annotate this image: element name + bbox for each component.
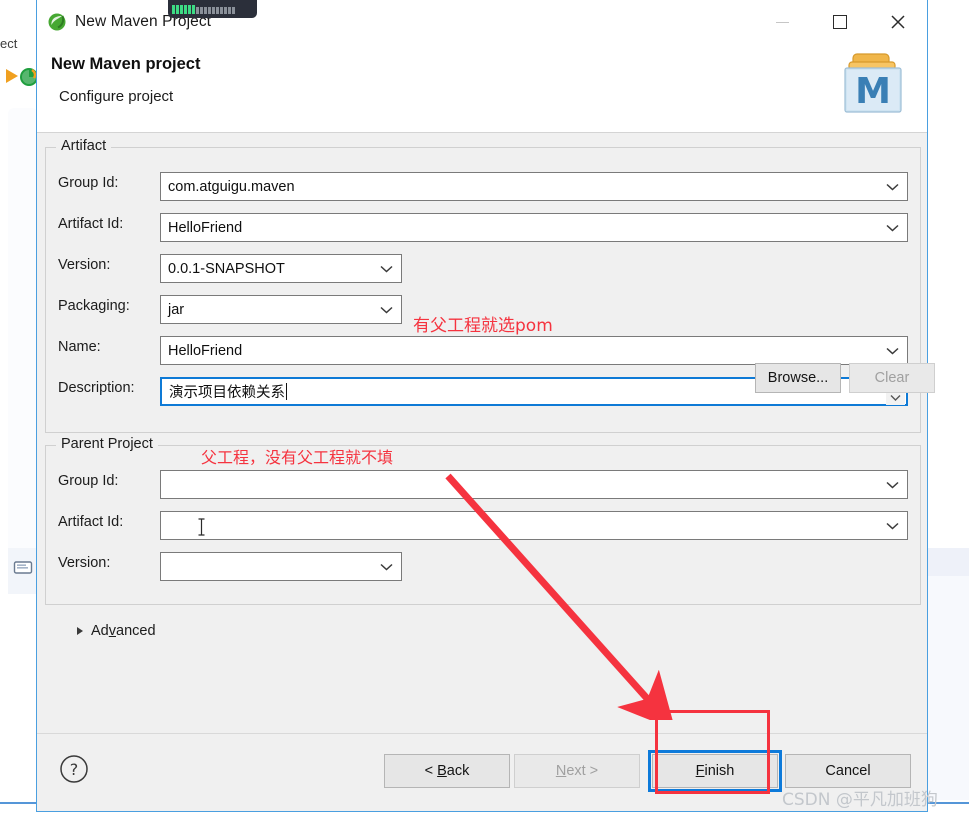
backdrop-right-body (928, 133, 969, 543)
maven-folder-m-icon: M (844, 53, 902, 113)
chevron-down-icon (380, 265, 393, 273)
cancel-button-label: Cancel (825, 763, 871, 779)
label-parent-artifact-id: Artifact Id: (58, 514, 124, 530)
annotation-parent-note: 父工程，没有父工程就不填 (201, 448, 394, 467)
maximize-icon (833, 15, 847, 29)
browse-button-label: Browse... (767, 370, 829, 386)
backdrop-right-row-highlight (928, 548, 969, 576)
backdrop-editor-panel (8, 108, 38, 560)
svg-text:M: M (855, 71, 891, 112)
help-question-icon[interactable]: ? (59, 754, 89, 784)
group-id-combo[interactable]: com.atguigu.maven (160, 172, 908, 201)
chevron-down-icon (886, 183, 899, 191)
watermark: CSDN @平凡加班狗 (782, 790, 938, 810)
text-cursor-icon (198, 518, 205, 536)
annotation-packaging-note: 有父工程就选pom (413, 316, 553, 336)
label-name: Name: (58, 339, 101, 355)
label-packaging: Packaging: (58, 298, 130, 314)
screen-overlay-widget (168, 0, 257, 18)
next-button[interactable]: Next > (514, 754, 640, 788)
chevron-down-icon (886, 522, 899, 530)
parent-group-legend: Parent Project (56, 436, 158, 452)
label-artifact-id: Artifact Id: (58, 216, 124, 232)
maven-leaf-icon (48, 13, 66, 31)
chevron-down-icon (886, 224, 899, 232)
label-description: Description: (58, 380, 135, 396)
version-value: 0.0.1-SNAPSHOT (168, 260, 285, 277)
clear-button[interactable]: Clear (849, 363, 935, 393)
artifact-id-combo[interactable]: HelloFriend (160, 213, 908, 242)
clear-button-label: Clear (874, 370, 910, 386)
advanced-label: Advanced (91, 623, 156, 639)
page-title: New Maven project (51, 55, 201, 73)
annotation-finish-highlight (655, 710, 770, 794)
description-value: 演示项目依赖关系 (169, 385, 285, 401)
packaging-value: jar (168, 301, 185, 318)
dialog-header: New Maven project Configure project M (37, 44, 927, 133)
chevron-down-icon (886, 481, 899, 489)
browse-button[interactable]: Browse... (755, 363, 841, 393)
parent-version-combo[interactable] (160, 552, 402, 581)
cancel-button[interactable]: Cancel (785, 754, 911, 788)
close-icon (891, 15, 905, 29)
chevron-right-icon (77, 627, 83, 635)
chevron-down-icon (380, 563, 393, 571)
console-view-icon (13, 561, 33, 574)
minimize-button[interactable] (753, 2, 811, 42)
name-value: HelloFriend (168, 342, 243, 359)
close-button[interactable] (869, 2, 927, 42)
maximize-button[interactable] (811, 2, 869, 42)
backdrop-right-lower (928, 576, 969, 800)
back-button[interactable]: < Back (384, 754, 510, 788)
label-version: Version: (58, 257, 111, 273)
version-combo[interactable]: 0.0.1-SNAPSHOT (160, 254, 402, 283)
packaging-combo[interactable]: jar (160, 295, 402, 324)
field-row-name: Name: HelloFriend (46, 336, 920, 366)
field-row-group-id: Group Id: com.atguigu.maven (46, 172, 920, 202)
name-combo[interactable]: HelloFriend (160, 336, 908, 365)
artifact-id-value: HelloFriend (168, 219, 243, 236)
backdrop-right-top (928, 0, 969, 133)
field-row-artifact-id: Artifact Id: HelloFriend (46, 213, 920, 243)
svg-text:?: ? (70, 760, 79, 779)
back-button-label: < Back (424, 763, 470, 779)
minimize-icon (775, 21, 789, 23)
backdrop-toolbar-text: ect (0, 36, 18, 51)
next-button-label: Next > (555, 763, 599, 779)
page-subtitle: Configure project (59, 88, 174, 105)
artifact-group-legend: Artifact (56, 138, 112, 154)
chevron-down-icon (886, 347, 899, 355)
group-id-value: com.atguigu.maven (168, 178, 295, 195)
annotation-red-arrow (445, 473, 676, 720)
field-row-version: Version: 0.0.1-SNAPSHOT (46, 254, 920, 284)
backdrop-bottom-strip (0, 598, 40, 798)
label-group-id: Group Id: (58, 175, 119, 191)
text-caret (286, 383, 287, 400)
scroll-down-icon (890, 394, 901, 401)
advanced-disclosure[interactable]: Advanced (77, 623, 156, 639)
chevron-down-icon (380, 306, 393, 314)
label-parent-group-id: Group Id: (58, 473, 119, 489)
label-parent-version: Version: (58, 555, 111, 571)
